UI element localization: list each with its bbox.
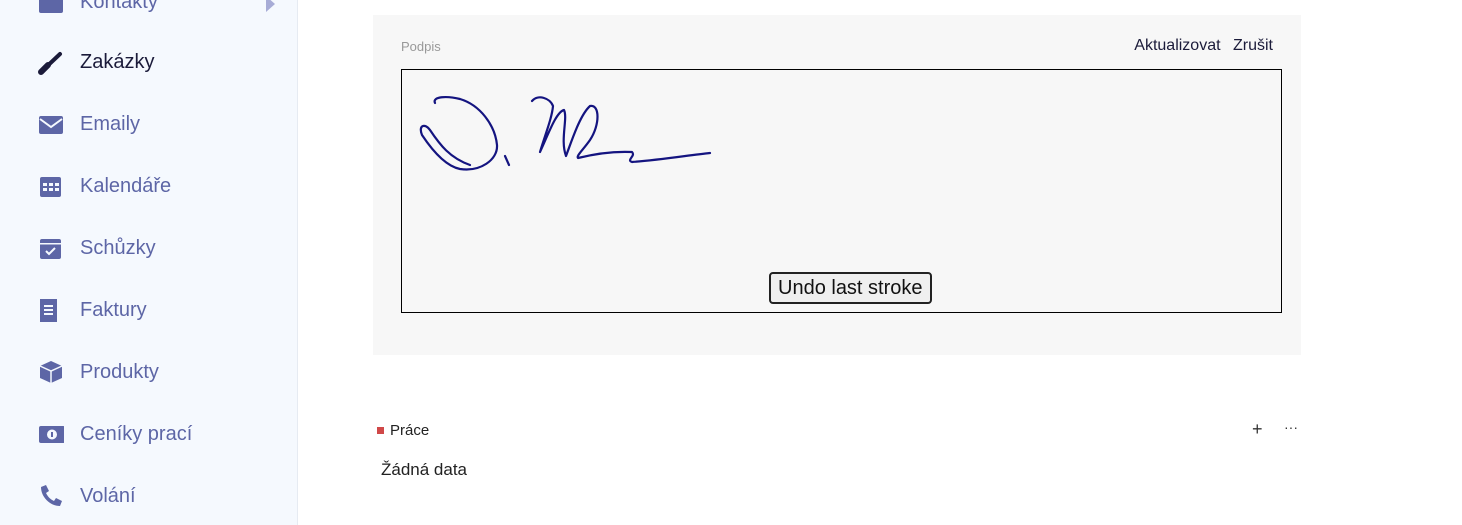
undo-last-stroke-button[interactable]: Undo last stroke [769,272,932,304]
calendar-check-icon [38,235,64,261]
sidebar-item-label: Faktury [80,298,147,321]
money-bill-icon [38,421,64,447]
screwdriver-icon [38,49,64,75]
expand-arrow-icon[interactable] [266,0,275,12]
contact-card-icon [38,0,64,15]
box-icon [38,359,64,385]
calendar-icon [38,173,64,199]
empty-state-text: Žádná data [381,460,468,479]
sidebar-item-label: Produkty [80,360,159,383]
sidebar-item-volani[interactable]: Volání [38,476,136,516]
sidebar-item-label: Schůzky [80,236,156,259]
sidebar-item-zakazky[interactable]: Zakázky [38,42,154,82]
sidebar: Kontakty Zakázky Emaily Kalendáře Schůzk… [0,0,298,525]
sidebar-item-label: Ceníky prací [80,422,193,445]
sidebar-item-kontakty[interactable]: Kontakty [38,0,158,22]
phone-icon [38,483,64,509]
sidebar-item-label: Zakázky [80,50,155,73]
receipt-icon [38,297,64,323]
sidebar-item-ceniky-praci[interactable]: Ceníky prací [38,414,192,454]
section-marker-icon [377,427,384,434]
cancel-button[interactable]: Zrušit [1233,37,1273,54]
signature-label: Podpis [401,39,441,54]
envelope-icon [38,111,64,137]
update-button[interactable]: Aktualizovat [1134,37,1220,54]
sidebar-item-schuzky[interactable]: Schůzky [38,228,156,268]
signature-canvas[interactable]: Undo last stroke [401,69,1282,313]
sidebar-item-label: Kontakty [80,0,158,13]
section-title: Práce [377,422,429,439]
sidebar-item-label: Volání [80,484,136,507]
signature-panel: Podpis Aktualizovat Zrušit Undo last str… [373,15,1301,355]
more-options-button[interactable]: ··· [1284,419,1298,435]
sidebar-item-emaily[interactable]: Emaily [38,104,140,144]
sidebar-item-label: Emaily [80,112,141,135]
sidebar-item-produkty[interactable]: Produkty [38,352,159,392]
sidebar-item-label: Kalendáře [80,174,172,197]
sidebar-item-faktury[interactable]: Faktury [38,290,147,330]
add-button[interactable]: + [1252,419,1263,440]
section-title-text: Práce [390,422,430,439]
sidebar-item-kalendare[interactable]: Kalendáře [38,166,171,206]
